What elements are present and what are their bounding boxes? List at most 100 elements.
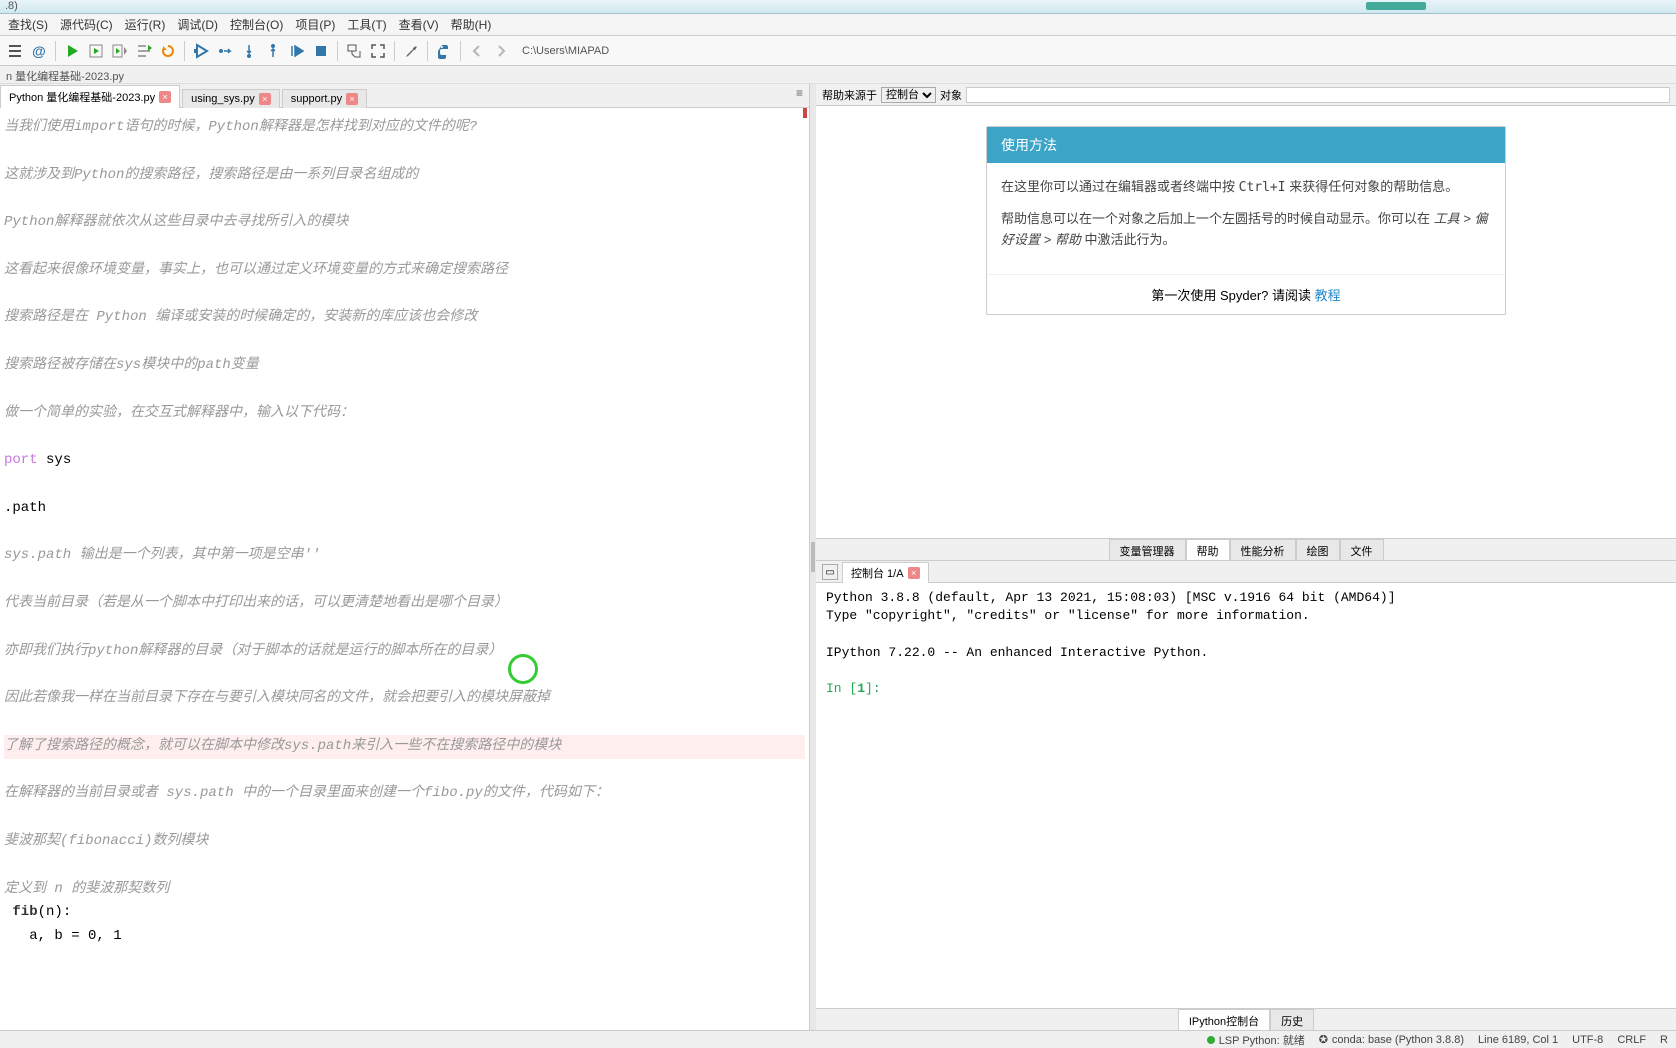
console-banner: Python 3.8.8 (default, Apr 13 2021, 15:0… xyxy=(826,589,1666,607)
console-browse-icon[interactable]: ▭ xyxy=(822,564,838,580)
editor-line xyxy=(4,854,805,878)
editor-tab[interactable]: Python 量化编程基础-2023.py × xyxy=(0,85,180,108)
back-icon[interactable] xyxy=(466,40,488,62)
run-file-icon[interactable] xyxy=(61,40,83,62)
menu-console[interactable]: 控制台(O) xyxy=(224,14,289,35)
tab-files[interactable]: 文件 xyxy=(1340,539,1384,560)
editor-line xyxy=(4,425,805,449)
close-icon[interactable]: × xyxy=(159,91,171,103)
editor-line xyxy=(4,616,805,640)
tab-variable-explorer[interactable]: 变量管理器 xyxy=(1109,539,1186,560)
file-breadcrumb: n 量化编程基础-2023.py xyxy=(0,66,1676,84)
menu-tools[interactable]: 工具(T) xyxy=(341,14,392,35)
run-cell-icon[interactable] xyxy=(85,40,107,62)
toolbar-outline-icon[interactable] xyxy=(4,40,26,62)
editor-line: 因此若像我一样在当前目录下存在与要引入模块同名的文件，就会把要引入的模块屏蔽掉 xyxy=(4,687,805,711)
console-content[interactable]: Python 3.8.8 (default, Apr 13 2021, 15:0… xyxy=(816,583,1676,1008)
editor-line: 这看起来很像环境变量，事实上，也可以通过定义环境变量的方式来确定搜索路径 xyxy=(4,259,805,283)
debug-step-into-icon[interactable] xyxy=(238,40,260,62)
editor-line: 搜索路径被存储在sys模块中的path变量 xyxy=(4,354,805,378)
run-selection-icon[interactable] xyxy=(133,40,155,62)
menu-source[interactable]: 源代码(C) xyxy=(54,14,119,35)
editor-tab[interactable]: using_sys.py × xyxy=(182,89,280,108)
editor-line xyxy=(4,378,805,402)
close-icon[interactable]: × xyxy=(346,93,358,105)
help-object-input[interactable] xyxy=(966,87,1670,103)
menu-find[interactable]: 查找(S) xyxy=(2,14,54,35)
status-mode: R xyxy=(1660,1034,1668,1046)
console-tab[interactable]: 控制台 1/A × xyxy=(842,562,929,583)
status-lsp[interactable]: LSP Python: 就绪 xyxy=(1207,1032,1305,1048)
editor-line: Python解释器就依次从这些目录中去寻找所引入的模块 xyxy=(4,211,805,235)
editor-pane: Python 量化编程基础-2023.py × using_sys.py × s… xyxy=(0,84,810,1030)
menu-help[interactable]: 帮助(H) xyxy=(445,14,498,35)
debug-step-out-icon[interactable] xyxy=(262,40,284,62)
menu-debug[interactable]: 调试(D) xyxy=(171,14,224,35)
editor-line xyxy=(4,235,805,259)
editor-tab-label: support.py xyxy=(291,93,342,105)
maximize-icon[interactable] xyxy=(367,40,389,62)
menu-project[interactable]: 项目(P) xyxy=(289,14,341,35)
status-conda[interactable]: ✪conda: base (Python 3.8.8) xyxy=(1319,1033,1464,1046)
forward-icon[interactable] xyxy=(490,40,512,62)
status-eol[interactable]: CRLF xyxy=(1617,1034,1646,1046)
menubar: 查找(S) 源代码(C) 运行(R) 调试(D) 控制台(O) 项目(P) 工具… xyxy=(0,14,1676,36)
editor-line: 做一个简单的实验，在交互式解释器中，输入以下代码： xyxy=(4,402,805,426)
editor-line: 在解释器的当前目录或者 sys.path 中的一个目录里面来创建一个fibo.p… xyxy=(4,782,805,806)
editor-line: 定义到 n 的斐波那契数列 xyxy=(4,878,805,902)
help-paragraph: 帮助信息可以在一个对象之后加上一个左圆括号的时候自动显示。你可以在 工具 > 偏… xyxy=(1001,209,1491,251)
menu-run[interactable]: 运行(R) xyxy=(119,14,172,35)
breadcrumb-text: n 量化编程基础-2023.py xyxy=(6,71,124,83)
main-area: Python 量化编程基础-2023.py × using_sys.py × s… xyxy=(0,84,1676,1030)
toolbar-at-icon[interactable]: @ xyxy=(28,40,50,62)
tutorial-link[interactable]: 教程 xyxy=(1315,288,1341,303)
console-prompt[interactable]: In [1]: xyxy=(826,680,1666,698)
editor-line: 搜索路径是在 Python 编译或安装的时候确定的，安装新的库应该也会修改 xyxy=(4,306,805,330)
tab-help[interactable]: 帮助 xyxy=(1186,539,1230,560)
toolbar-separator xyxy=(337,41,338,61)
editor-line xyxy=(4,140,805,164)
tab-history[interactable]: 历史 xyxy=(1270,1009,1314,1030)
help-card-body: 在这里你可以通过在编辑器或者终端中按 Ctrl+I 来获得任何对象的帮助信息。 … xyxy=(987,163,1505,274)
status-encoding[interactable]: UTF-8 xyxy=(1572,1034,1603,1046)
tab-plots[interactable]: 绘图 xyxy=(1296,539,1340,560)
debug-stop-icon[interactable] xyxy=(310,40,332,62)
editor-content[interactable]: 当我们使用import语句的时候，Python解释器是怎样找到对应的文件的呢? … xyxy=(0,108,809,1030)
console-pane: ▭ 控制台 1/A × Python 3.8.8 (default, Apr 1… xyxy=(816,560,1676,1030)
toolbar-separator xyxy=(460,41,461,61)
status-line-col: Line 6189, Col 1 xyxy=(1478,1034,1558,1046)
debug-continue-icon[interactable] xyxy=(286,40,308,62)
menu-view[interactable]: 查看(V) xyxy=(393,14,445,35)
pythonpath-icon[interactable] xyxy=(433,40,455,62)
rerun-icon[interactable] xyxy=(157,40,179,62)
help-source-select[interactable]: 控制台 xyxy=(881,87,936,103)
right-pane: 帮助来源于 控制台 对象 使用方法 在这里你可以通过在编辑器或者终端中按 Ctr… xyxy=(816,84,1676,1030)
close-icon[interactable]: × xyxy=(908,567,920,579)
close-icon[interactable]: × xyxy=(259,93,271,105)
run-cell-advance-icon[interactable] xyxy=(109,40,131,62)
editor-line xyxy=(4,187,805,211)
debug-step-icon[interactable] xyxy=(214,40,236,62)
find-replace-icon[interactable] xyxy=(343,40,365,62)
preferences-icon[interactable] xyxy=(400,40,422,62)
tab-profiler[interactable]: 性能分析 xyxy=(1230,539,1296,560)
tab-ipython-console[interactable]: IPython控制台 xyxy=(1178,1009,1270,1030)
hamburger-icon[interactable]: ≡ xyxy=(796,86,803,100)
editor-tab[interactable]: support.py × xyxy=(282,89,367,108)
debug-start-icon[interactable] xyxy=(190,40,212,62)
editor-line xyxy=(4,473,805,497)
titlebar-version: .8) xyxy=(5,0,18,12)
right-tabs: 变量管理器 帮助 性能分析 绘图 文件 xyxy=(816,538,1676,560)
editor-line: 斐波那契(fibonacci)数列模块 xyxy=(4,830,805,854)
help-card-footer: 第一次使用 Spyder? 请阅读 教程 xyxy=(987,274,1505,314)
console-tab-label: 控制台 1/A xyxy=(851,565,904,581)
help-source-bar: 帮助来源于 控制台 对象 xyxy=(816,84,1676,106)
editor-line xyxy=(4,330,805,354)
editor-line: 代表当前目录（若是从一个脚本中打印出来的话，可以更清楚地看出是哪个目录） xyxy=(4,592,805,616)
splitter-handle[interactable] xyxy=(811,542,815,572)
editor-line: .path xyxy=(4,497,805,521)
editor-tab-label: Python 量化编程基础-2023.py xyxy=(9,89,155,105)
editor-line: fib(n): xyxy=(4,901,805,925)
toolbar-separator xyxy=(394,41,395,61)
editor-line xyxy=(4,663,805,687)
